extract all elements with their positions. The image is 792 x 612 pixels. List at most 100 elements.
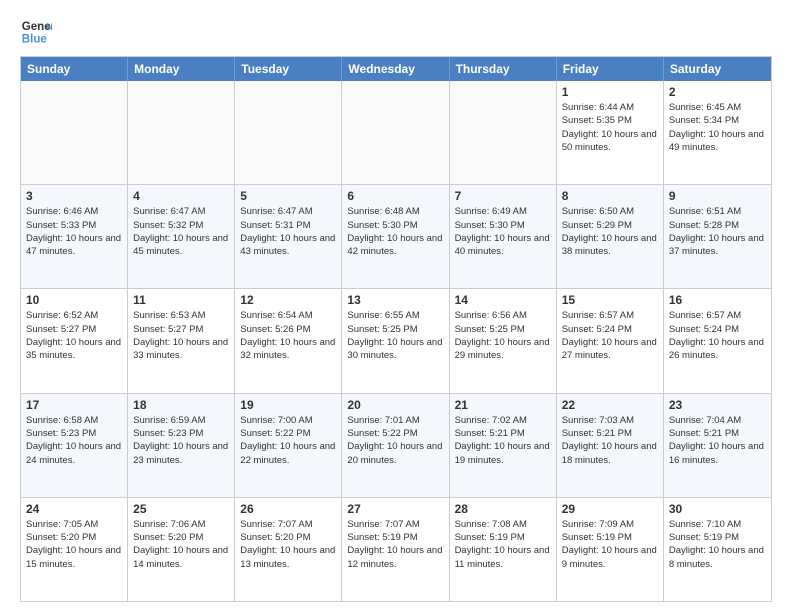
day-info: Sunrise: 6:45 AMSunset: 5:34 PMDaylight:… [669,101,766,154]
day-number: 16 [669,293,766,307]
day-number: 4 [133,189,229,203]
day-header-friday: Friday [557,57,664,81]
day-number: 14 [455,293,551,307]
day-header-sunday: Sunday [21,57,128,81]
day-number: 10 [26,293,122,307]
day-info: Sunrise: 7:03 AMSunset: 5:21 PMDaylight:… [562,414,658,467]
calendar-row-2: 3Sunrise: 6:46 AMSunset: 5:33 PMDaylight… [21,184,771,288]
calendar-row-1: 1 Sunrise: 6:44 AMSunset: 5:35 PMDaylight… [21,81,771,184]
calendar-row-3: 10 Sunrise: 6:52 AMSunset: 5:27 PMDayligh… [21,288,771,392]
day-cell-18: 18 Sunrise: 6:59 AMSunset: 5:23 PMDayligh… [128,394,235,497]
day-cell-1: 1 Sunrise: 6:44 AMSunset: 5:35 PMDaylight… [557,81,664,184]
empty-cell [128,81,235,184]
day-number: 18 [133,398,229,412]
day-cell-11: 11 Sunrise: 6:53 AMSunset: 5:27 PMDayligh… [128,289,235,392]
day-cell-12: 12Sunrise: 6:54 AMSunset: 5:26 PMDayligh… [235,289,342,392]
day-number: 28 [455,502,551,516]
day-info: Sunrise: 6:57 AMSunset: 5:24 PMDaylight:… [562,309,658,362]
day-number: 23 [669,398,766,412]
day-number: 17 [26,398,122,412]
day-cell-6: 6 Sunrise: 6:48 AMSunset: 5:30 PMDaylight… [342,185,449,288]
day-cell-23: 23Sunrise: 7:04 AMSunset: 5:21 PMDayligh… [664,394,771,497]
day-number: 20 [347,398,443,412]
calendar-body: 1 Sunrise: 6:44 AMSunset: 5:35 PMDaylight… [21,81,771,601]
day-cell-20: 20Sunrise: 7:01 AMSunset: 5:22 PMDayligh… [342,394,449,497]
day-cell-21: 21 Sunrise: 7:02 AMSunset: 5:21 PMDayligh… [450,394,557,497]
empty-cell [21,81,128,184]
empty-cell [450,81,557,184]
day-number: 13 [347,293,443,307]
day-info: Sunrise: 6:52 AMSunset: 5:27 PMDaylight:… [26,309,122,362]
day-info: Sunrise: 6:51 AMSunset: 5:28 PMDaylight:… [669,205,766,258]
day-info: Sunrise: 6:48 AMSunset: 5:30 PMDaylight:… [347,205,443,258]
day-info: Sunrise: 6:46 AMSunset: 5:33 PMDaylight:… [26,205,122,258]
day-cell-26: 26 Sunrise: 7:07 AMSunset: 5:20 PMDayligh… [235,498,342,601]
day-cell-5: 5Sunrise: 6:47 AMSunset: 5:31 PMDaylight… [235,185,342,288]
day-cell-3: 3Sunrise: 6:46 AMSunset: 5:33 PMDaylight… [21,185,128,288]
logo: General Blue [20,16,52,48]
day-cell-15: 15 Sunrise: 6:57 AMSunset: 5:24 PMDayligh… [557,289,664,392]
header: General Blue [20,16,772,48]
day-info: Sunrise: 6:47 AMSunset: 5:32 PMDaylight:… [133,205,229,258]
day-info: Sunrise: 6:58 AMSunset: 5:23 PMDaylight:… [26,414,122,467]
day-number: 2 [669,85,766,99]
svg-text:Blue: Blue [22,34,48,46]
day-info: Sunrise: 6:59 AMSunset: 5:23 PMDaylight:… [133,414,229,467]
day-info: Sunrise: 7:00 AMSunset: 5:22 PMDaylight:… [240,414,336,467]
day-cell-30: 30 Sunrise: 7:10 AMSunset: 5:19 PMDayligh… [664,498,771,601]
day-cell-22: 22 Sunrise: 7:03 AMSunset: 5:21 PMDayligh… [557,394,664,497]
day-number: 7 [455,189,551,203]
day-info: Sunrise: 6:44 AMSunset: 5:35 PMDaylight:… [562,101,658,154]
day-info: Sunrise: 7:10 AMSunset: 5:19 PMDaylight:… [669,518,766,571]
day-info: Sunrise: 7:06 AMSunset: 5:20 PMDaylight:… [133,518,229,571]
day-cell-25: 25 Sunrise: 7:06 AMSunset: 5:20 PMDayligh… [128,498,235,601]
day-number: 21 [455,398,551,412]
day-number: 22 [562,398,658,412]
day-cell-7: 7 Sunrise: 6:49 AMSunset: 5:30 PMDaylight… [450,185,557,288]
day-cell-16: 16 Sunrise: 6:57 AMSunset: 5:24 PMDayligh… [664,289,771,392]
day-number: 25 [133,502,229,516]
day-info: Sunrise: 7:08 AMSunset: 5:19 PMDaylight:… [455,518,551,571]
day-info: Sunrise: 7:07 AMSunset: 5:19 PMDaylight:… [347,518,443,571]
day-number: 26 [240,502,336,516]
empty-cell [235,81,342,184]
day-info: Sunrise: 7:09 AMSunset: 5:19 PMDaylight:… [562,518,658,571]
logo-icon: General Blue [20,16,52,48]
day-info: Sunrise: 6:49 AMSunset: 5:30 PMDaylight:… [455,205,551,258]
day-number: 6 [347,189,443,203]
day-number: 30 [669,502,766,516]
day-info: Sunrise: 6:54 AMSunset: 5:26 PMDaylight:… [240,309,336,362]
day-cell-13: 13 Sunrise: 6:55 AMSunset: 5:25 PMDayligh… [342,289,449,392]
day-number: 15 [562,293,658,307]
day-cell-29: 29 Sunrise: 7:09 AMSunset: 5:19 PMDayligh… [557,498,664,601]
day-info: Sunrise: 6:50 AMSunset: 5:29 PMDaylight:… [562,205,658,258]
page: General Blue SundayMondayTuesdayWednesda… [0,0,792,612]
day-header-thursday: Thursday [450,57,557,81]
day-cell-14: 14 Sunrise: 6:56 AMSunset: 5:25 PMDayligh… [450,289,557,392]
day-info: Sunrise: 6:57 AMSunset: 5:24 PMDaylight:… [669,309,766,362]
day-cell-27: 27Sunrise: 7:07 AMSunset: 5:19 PMDayligh… [342,498,449,601]
day-cell-8: 8 Sunrise: 6:50 AMSunset: 5:29 PMDaylight… [557,185,664,288]
day-number: 1 [562,85,658,99]
day-cell-10: 10 Sunrise: 6:52 AMSunset: 5:27 PMDayligh… [21,289,128,392]
day-info: Sunrise: 6:55 AMSunset: 5:25 PMDaylight:… [347,309,443,362]
day-info: Sunrise: 6:53 AMSunset: 5:27 PMDaylight:… [133,309,229,362]
day-number: 24 [26,502,122,516]
calendar-row-5: 24 Sunrise: 7:05 AMSunset: 5:20 PMDayligh… [21,497,771,601]
day-header-tuesday: Tuesday [235,57,342,81]
day-header-monday: Monday [128,57,235,81]
day-number: 11 [133,293,229,307]
day-info: Sunrise: 7:02 AMSunset: 5:21 PMDaylight:… [455,414,551,467]
calendar-row-4: 17 Sunrise: 6:58 AMSunset: 5:23 PMDayligh… [21,393,771,497]
day-info: Sunrise: 7:07 AMSunset: 5:20 PMDaylight:… [240,518,336,571]
day-number: 29 [562,502,658,516]
day-cell-4: 4 Sunrise: 6:47 AMSunset: 5:32 PMDaylight… [128,185,235,288]
day-info: Sunrise: 6:56 AMSunset: 5:25 PMDaylight:… [455,309,551,362]
day-info: Sunrise: 7:05 AMSunset: 5:20 PMDaylight:… [26,518,122,571]
day-cell-28: 28 Sunrise: 7:08 AMSunset: 5:19 PMDayligh… [450,498,557,601]
day-info: Sunrise: 6:47 AMSunset: 5:31 PMDaylight:… [240,205,336,258]
calendar-header: SundayMondayTuesdayWednesdayThursdayFrid… [21,57,771,81]
day-cell-19: 19Sunrise: 7:00 AMSunset: 5:22 PMDayligh… [235,394,342,497]
day-number: 8 [562,189,658,203]
day-number: 9 [669,189,766,203]
